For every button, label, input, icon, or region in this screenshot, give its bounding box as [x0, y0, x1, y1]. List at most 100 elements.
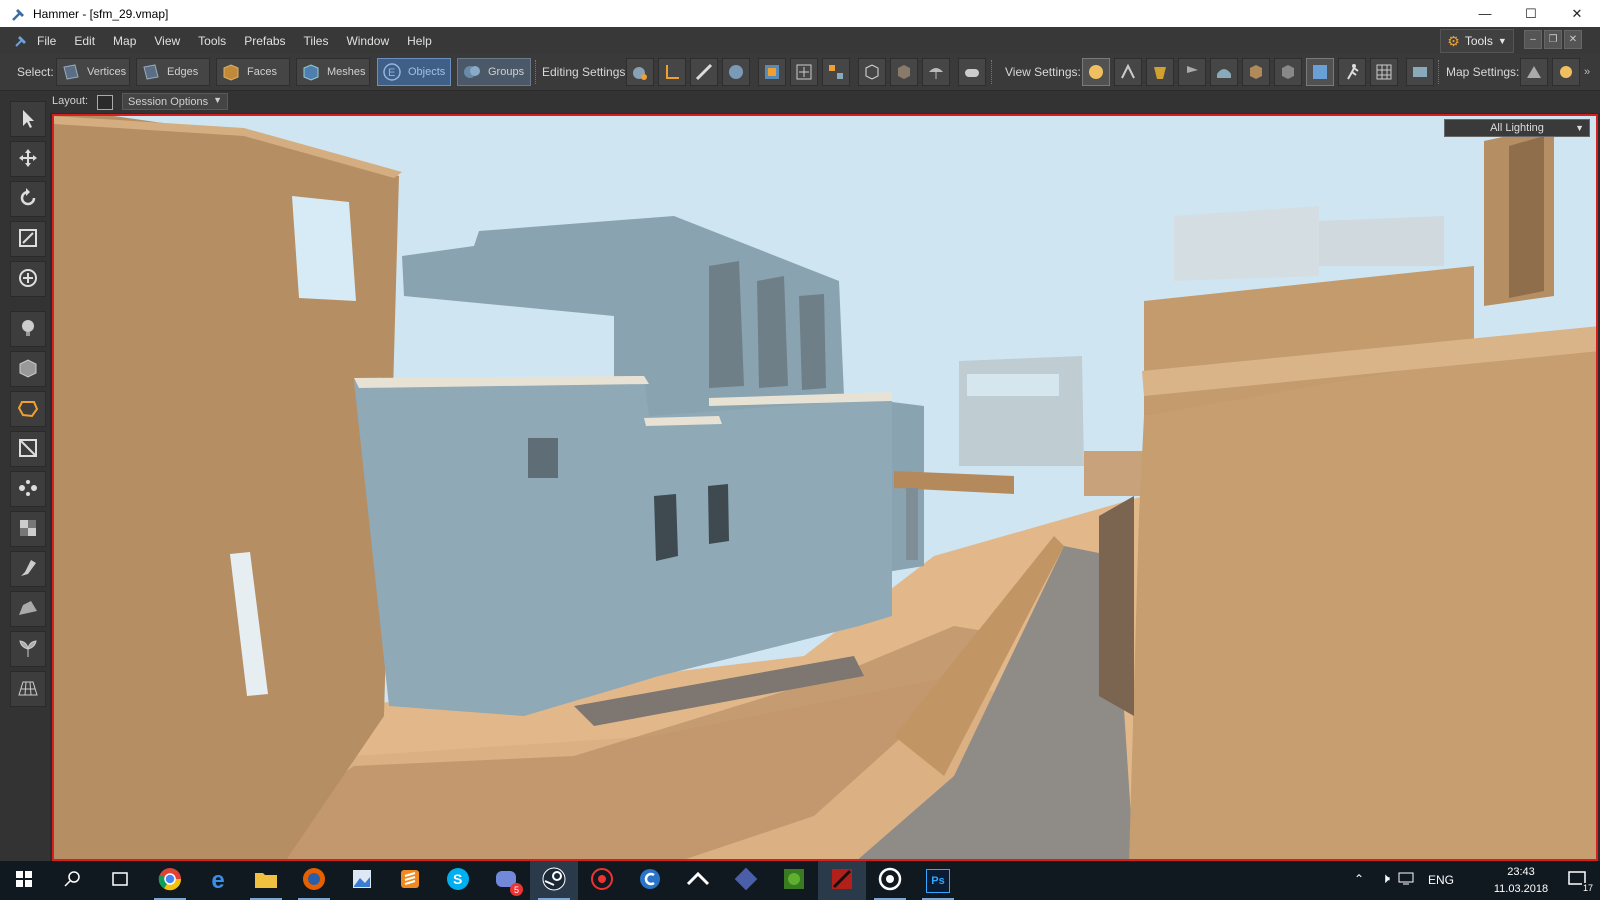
menu-window[interactable]: Window — [337, 34, 398, 48]
explorer-app[interactable] — [242, 861, 290, 900]
discord-app[interactable]: 5 — [482, 861, 530, 900]
menu-view[interactable]: View — [145, 34, 189, 48]
start-button[interactable] — [0, 861, 48, 900]
ruler-icon[interactable] — [690, 58, 718, 86]
search-button[interactable] — [48, 861, 96, 900]
minimize-button[interactable]: — — [1462, 0, 1508, 27]
hammer-task-app[interactable] — [866, 861, 914, 900]
run-icon[interactable] — [1338, 58, 1366, 86]
cube-icon[interactable] — [890, 58, 918, 86]
menu-edit[interactable]: Edit — [65, 34, 104, 48]
select-faces-button[interactable]: Faces — [216, 58, 290, 86]
game-app[interactable] — [578, 861, 626, 900]
layout-label: Layout: — [52, 95, 89, 107]
window-controls: — ☐ ✕ — [1462, 0, 1600, 27]
align-icon[interactable] — [822, 58, 850, 86]
close-button[interactable]: ✕ — [1554, 0, 1600, 27]
local-axis-icon[interactable] — [658, 58, 686, 86]
ship-icon — [734, 867, 758, 894]
grid-icon[interactable] — [1370, 58, 1398, 86]
firefox-icon — [302, 867, 326, 894]
menu-map[interactable]: Map — [104, 34, 145, 48]
hammer-menu-icon[interactable] — [14, 34, 28, 48]
network-icon[interactable] — [1398, 871, 1414, 888]
paint-app[interactable] — [338, 861, 386, 900]
block-tool[interactable] — [10, 351, 46, 387]
clock-date: 11.03.2018 — [1493, 883, 1549, 895]
maximize-button[interactable]: ☐ — [1508, 0, 1554, 27]
foliage-tool[interactable] — [10, 631, 46, 667]
menu-prefabs[interactable]: Prefabs — [235, 34, 294, 48]
session-options-dropdown[interactable]: Session Options ▼ — [122, 93, 228, 110]
skype-app[interactable]: S — [434, 861, 482, 900]
map-property-icon[interactable] — [1520, 58, 1548, 86]
photoshop-app[interactable]: Ps — [914, 861, 962, 900]
grid-snap-icon[interactable] — [722, 58, 750, 86]
flag-icon[interactable] — [1178, 58, 1206, 86]
menu-help[interactable]: Help — [398, 34, 441, 48]
chrome-app[interactable] — [146, 861, 194, 900]
scale-tool[interactable] — [10, 221, 46, 257]
rotate-tool[interactable] — [10, 181, 46, 217]
texture-tool[interactable] — [10, 511, 46, 547]
chevron-down-icon: ▼ — [213, 95, 222, 105]
tools-dropdown[interactable]: ⚙ Tools ▼ — [1440, 29, 1514, 53]
paint-tool[interactable] — [10, 551, 46, 587]
texture-lock-icon[interactable] — [758, 58, 786, 86]
language-indicator[interactable]: ENG — [1428, 873, 1454, 887]
tile-tool[interactable] — [10, 671, 46, 707]
toolbar-overflow-icon[interactable]: » — [1584, 66, 1590, 78]
snap-object-icon[interactable] — [626, 58, 654, 86]
clock[interactable]: 23:43 11.03.2018 — [1486, 864, 1556, 898]
brush-icon[interactable] — [1242, 58, 1270, 86]
layout-checkbox[interactable] — [97, 95, 113, 110]
select-edges-button[interactable]: Edges — [136, 58, 210, 86]
box-select-icon[interactable] — [858, 58, 886, 86]
clip-tool[interactable] — [10, 431, 46, 467]
menu-tools[interactable]: Tools — [189, 34, 235, 48]
terrain-tool[interactable] — [10, 591, 46, 627]
figure-icon[interactable] — [1114, 58, 1142, 86]
pivot-tool[interactable] — [10, 261, 46, 297]
select-meshes-button[interactable]: Meshes — [296, 58, 370, 86]
select-tool[interactable] — [10, 101, 46, 137]
entity-tool[interactable] — [10, 311, 46, 347]
ccleaner-app[interactable] — [626, 861, 674, 900]
edge-app[interactable]: e — [194, 861, 242, 900]
select-vertices-button[interactable]: Vertices — [56, 58, 130, 86]
polygon-tool[interactable] — [10, 391, 46, 427]
camera-icon[interactable] — [1406, 58, 1434, 86]
steam-app[interactable] — [530, 861, 578, 900]
skybox-icon[interactable] — [1210, 58, 1238, 86]
mdi-restore-button[interactable]: ❐ — [1544, 30, 1562, 49]
gamepad-icon[interactable] — [958, 58, 986, 86]
scale-lock-icon[interactable] — [790, 58, 818, 86]
filezilla-app[interactable] — [722, 861, 770, 900]
mdi-minimize-button[interactable]: – — [1524, 30, 1542, 49]
move-tool[interactable] — [10, 141, 46, 177]
lighting-mode-dropdown[interactable]: All Lighting ▼ — [1444, 119, 1590, 137]
menu-file[interactable]: File — [28, 34, 65, 48]
chevron-up-icon[interactable]: ⌃ — [1354, 872, 1364, 886]
volume-icon[interactable]: 🕨 — [1381, 870, 1390, 887]
sublime-app[interactable] — [386, 861, 434, 900]
map-light-icon[interactable] — [1552, 58, 1580, 86]
task-view-button[interactable] — [96, 861, 144, 900]
light-preview-icon[interactable] — [1082, 58, 1110, 86]
vertex-tool[interactable] — [10, 471, 46, 507]
firefox-app[interactable] — [290, 861, 338, 900]
steam-icon — [542, 867, 566, 894]
tool-texture-icon[interactable] — [1146, 58, 1174, 86]
menu-tiles[interactable]: Tiles — [295, 34, 338, 48]
notification-count: 17 — [1581, 883, 1594, 893]
dota-app[interactable] — [818, 861, 866, 900]
3d-viewport[interactable]: All Lighting ▼ — [52, 114, 1598, 861]
blocks-icon[interactable] — [1306, 58, 1334, 86]
steam-tool-app[interactable] — [674, 861, 722, 900]
select-groups-button[interactable]: Groups — [457, 58, 531, 86]
mdi-close-button[interactable]: ✕ — [1564, 30, 1582, 49]
orc-game-app[interactable] — [770, 861, 818, 900]
select-objects-button[interactable]: E Objects — [377, 58, 451, 86]
umbrella-icon[interactable] — [922, 58, 950, 86]
wireframe-icon[interactable] — [1274, 58, 1302, 86]
